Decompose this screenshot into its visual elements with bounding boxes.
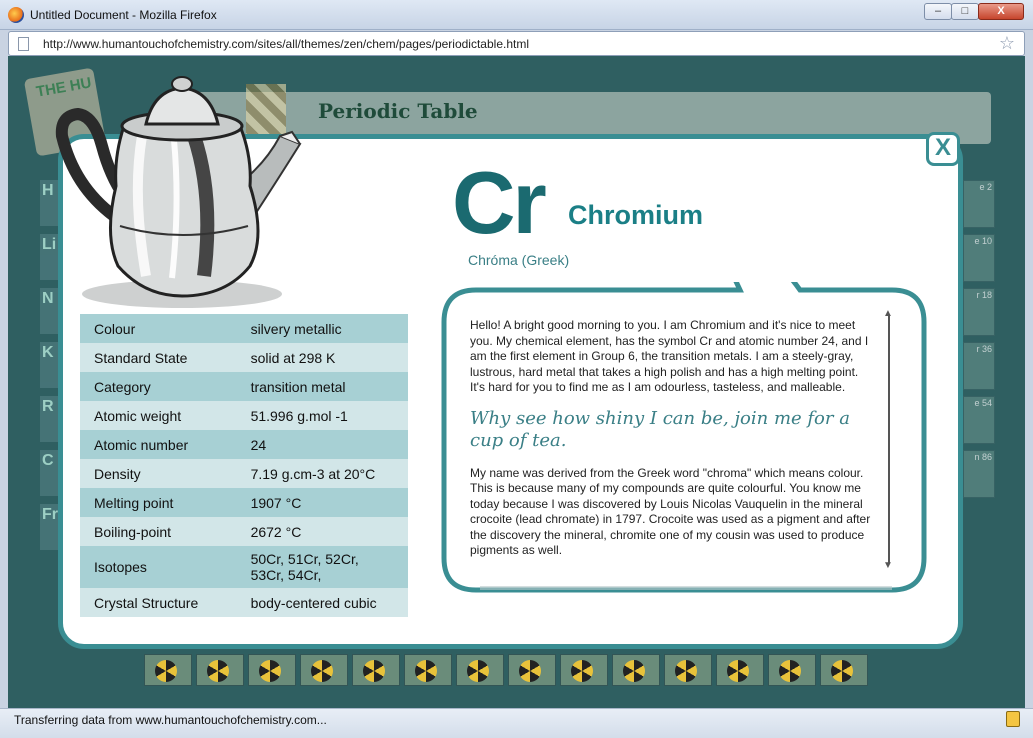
property-value: body-centered cubic [236, 588, 408, 617]
radioactive-element-tile[interactable] [352, 654, 400, 686]
property-label: Category [80, 372, 237, 401]
element-tile[interactable]: e 2 [963, 180, 995, 228]
property-value: transition metal [236, 372, 408, 401]
property-value: 2672 °C [236, 517, 408, 546]
radioactive-element-tile[interactable] [508, 654, 556, 686]
minimize-button[interactable]: – [924, 3, 952, 20]
element-tile[interactable]: n 86 [963, 450, 995, 498]
property-label: Colour [80, 314, 237, 343]
maximize-button[interactable]: □ [951, 3, 979, 20]
tea-quote: Why see how shiny I can be, join me for … [470, 407, 850, 451]
element-description: Hello! A bright good morning to you. I a… [470, 318, 872, 571]
radioactive-element-tile[interactable] [456, 654, 504, 686]
scroll-up-icon[interactable]: ▲ [883, 308, 893, 319]
property-label: Boiling-point [80, 517, 237, 546]
scroll-down-icon[interactable]: ▼ [883, 560, 893, 571]
radioactive-element-tile[interactable] [716, 654, 764, 686]
radioactive-element-tile[interactable] [560, 654, 608, 686]
page-title: Periodic Table [318, 99, 478, 123]
status-bar: Transferring data from www.humantouchofc… [0, 708, 1033, 738]
status-text: Transferring data from www.humantouchofc… [14, 713, 327, 727]
element-properties-table: Colour silvery metallic Standard State sol… [80, 314, 408, 617]
property-row: Boiling-point 2672 °C [80, 517, 408, 546]
property-row: Isotopes 50Cr, 51Cr, 52Cr, 53Cr, 54Cr, [80, 546, 408, 588]
element-tile[interactable]: r 18 [963, 288, 995, 336]
property-label: Atomic number [80, 430, 237, 459]
property-row: Melting point 1907 °C [80, 488, 408, 517]
element-name-origin: Chróma (Greek) [468, 252, 570, 268]
property-label: Density [80, 459, 237, 488]
property-label: Isotopes [80, 546, 237, 588]
property-value: 7.19 g.cm-3 at 20°C [236, 459, 408, 488]
radioactive-element-tile[interactable] [768, 654, 816, 686]
bookmark-star-icon[interactable]: ☆ [999, 33, 1015, 54]
element-tile[interactable]: r 36 [963, 342, 995, 390]
property-value: 1907 °C [236, 488, 408, 517]
property-row: Colour silvery metallic [80, 314, 408, 343]
property-label: Atomic weight [80, 401, 237, 430]
property-label: Crystal Structure [80, 588, 237, 617]
history-paragraph: My name was derived from the Greek word … [470, 465, 871, 558]
radioactive-element-tile[interactable] [300, 654, 348, 686]
radioactive-tiles-row [144, 654, 868, 686]
page-content: THE HU Periodic Table H Li N K R C Fr e … [8, 56, 1025, 708]
property-value: 51.996 g.mol -1 [236, 401, 408, 430]
address-bar[interactable]: http://www.humantouchofchemistry.com/sit… [8, 31, 1025, 56]
radioactive-element-tile[interactable] [196, 654, 244, 686]
intro-paragraph: Hello! A bright good morning to you. I a… [470, 318, 869, 394]
property-row: Crystal Structure body-centered cubic [80, 588, 408, 617]
window-title: Untitled Document - Mozilla Firefox [30, 8, 217, 22]
property-label: Melting point [80, 488, 237, 517]
property-row: Atomic number 24 [80, 430, 408, 459]
property-row: Category transition metal [80, 372, 408, 401]
radioactive-element-tile[interactable] [820, 654, 868, 686]
radioactive-element-tile[interactable] [144, 654, 192, 686]
scrollbar-track[interactable] [888, 316, 890, 564]
property-value: silvery metallic [236, 314, 408, 343]
property-row: Atomic weight 51.996 g.mol -1 [80, 401, 408, 430]
element-tile[interactable]: e 10 [963, 234, 995, 282]
firefox-icon [8, 7, 24, 23]
property-row: Standard State solid at 298 K [80, 343, 408, 372]
element-tile[interactable]: e 54 [963, 396, 995, 444]
addon-status-icon[interactable] [1006, 711, 1020, 727]
teapot-illustration [55, 76, 302, 308]
property-value: solid at 298 K [236, 343, 408, 372]
close-modal-button[interactable]: X [926, 132, 960, 166]
window-titlebar: Untitled Document - Mozilla Firefox – □ … [0, 0, 1033, 30]
radioactive-element-tile[interactable] [664, 654, 712, 686]
property-label: Standard State [80, 343, 237, 372]
radioactive-element-tile[interactable] [248, 654, 296, 686]
radioactive-element-tile[interactable] [612, 654, 660, 686]
property-row: Density 7.19 g.cm-3 at 20°C [80, 459, 408, 488]
page-icon [18, 37, 29, 51]
property-value: 24 [236, 430, 408, 459]
element-symbol: Cr [452, 153, 547, 252]
element-name: Chromium [568, 200, 703, 230]
url-text[interactable]: http://www.humantouchofchemistry.com/sit… [43, 37, 529, 51]
property-value: 50Cr, 51Cr, 52Cr, 53Cr, 54Cr, [236, 546, 408, 588]
radioactive-element-tile[interactable] [404, 654, 452, 686]
close-window-button[interactable]: X [978, 3, 1024, 20]
